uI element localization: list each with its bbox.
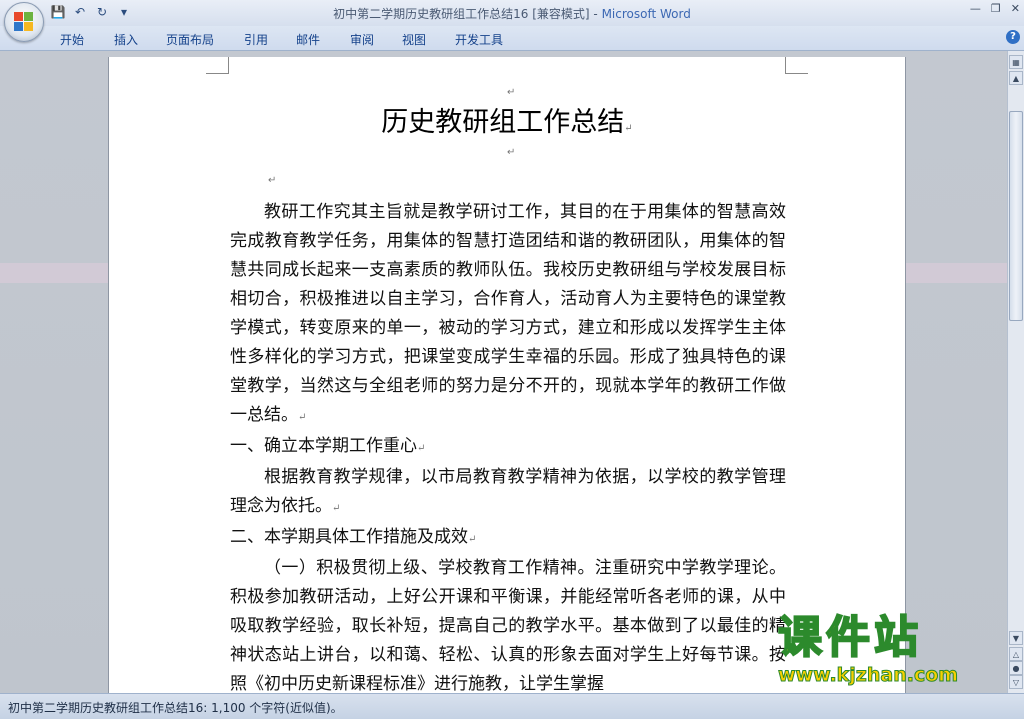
ruler-toggle-icon[interactable]: ▦ <box>1009 55 1023 69</box>
tab-view[interactable]: 视图 <box>402 31 426 48</box>
app-name: Microsoft Word <box>601 7 691 21</box>
document-title[interactable]: 历史教研组工作总结↵ <box>109 100 905 139</box>
help-icon[interactable]: ? <box>1006 30 1020 44</box>
watermark-text: 课件站 <box>777 612 922 663</box>
paragraph-mark-icon: ↵ <box>507 87 516 98</box>
paragraph-mark-icon: ↵ <box>468 534 477 545</box>
status-text: 初中第二学期历史教研组工作总结16: 1,100 个字符(近似值)。 <box>8 701 343 715</box>
paragraph-mark-icon: ↵ <box>268 175 277 186</box>
document-page[interactable]: ↵ 历史教研组工作总结↵ ↵ ↵ 教研工作究其主旨就是教学研讨工作，其目的在于用… <box>108 57 906 693</box>
window-controls: — ❐ ✕ <box>970 2 1020 15</box>
tab-review[interactable]: 审阅 <box>350 31 374 48</box>
tab-developer[interactable]: 开发工具 <box>455 31 503 48</box>
scrollbar-thumb[interactable] <box>1009 111 1023 321</box>
tab-page-layout[interactable]: 页面布局 <box>166 31 214 48</box>
body-paragraph: （一）积极贯彻上级、学校教育工作精神。注重研究中学教学理论。积极参加教研活动，上… <box>230 558 786 693</box>
ribbon-tabs: 开始 插入 页面布局 引用 邮件 审阅 视图 开发工具 ? <box>0 26 1024 51</box>
scroll-down-icon[interactable]: ▼ <box>1009 631 1023 645</box>
watermark-url: www.kjzhan.com <box>778 664 959 687</box>
browse-object-icon[interactable]: ● <box>1009 661 1023 675</box>
previous-page-icon[interactable]: △ <box>1009 647 1023 661</box>
office-logo-icon <box>14 12 34 32</box>
body-paragraph: 教研工作究其主旨就是教学研讨工作，其目的在于用集体的智慧高效完成教育教学任务，用… <box>230 202 786 425</box>
tab-references[interactable]: 引用 <box>244 31 268 48</box>
vertical-scrollbar[interactable]: ▦ ▲ ▼ △ ● ▽ <box>1007 51 1024 693</box>
document-workspace: ↵ 历史教研组工作总结↵ ↵ ↵ 教研工作究其主旨就是教学研讨工作，其目的在于用… <box>0 51 1008 693</box>
scroll-up-icon[interactable]: ▲ <box>1009 71 1023 85</box>
watermark-logo: 课件站 www.kjzhan.com <box>777 612 1008 694</box>
margin-corner-top-left <box>206 57 229 74</box>
paragraph-mark-icon: ↵ <box>624 123 633 134</box>
minimize-icon[interactable]: — <box>970 2 981 15</box>
body-paragraph: 根据教育教学规律，以市局教育教学精神为依据，以学校的教学管理理念为依托。↵ <box>230 467 786 516</box>
title-bar: 💾 ↶ ↻ ▾ 初中第二学期历史教研组工作总结16 [兼容模式] - Micro… <box>0 0 1024 42</box>
section-heading: 二、本学期具体工作措施及成效↵ <box>230 527 477 547</box>
tab-insert[interactable]: 插入 <box>114 31 138 48</box>
office-button[interactable] <box>4 2 44 42</box>
tab-home[interactable]: 开始 <box>60 31 84 48</box>
paragraph-mark-icon: ↵ <box>417 443 426 454</box>
document-name: 初中第二学期历史教研组工作总结16 [兼容模式] <box>333 7 590 21</box>
status-bar: 初中第二学期历史教研组工作总结16: 1,100 个字符(近似值)。 <box>0 693 1024 719</box>
document-body[interactable]: 教研工作究其主旨就是教学研讨工作，其目的在于用集体的智慧高效完成教育教学任务，用… <box>230 198 786 693</box>
paragraph-mark-icon: ↵ <box>298 412 307 423</box>
margin-corner-top-right <box>785 57 808 74</box>
section-heading: 一、确立本学期工作重心↵ <box>230 436 426 456</box>
close-icon[interactable]: ✕ <box>1011 2 1020 15</box>
restore-icon[interactable]: ❐ <box>991 2 1001 15</box>
next-page-icon[interactable]: ▽ <box>1009 675 1023 689</box>
tab-mailings[interactable]: 邮件 <box>296 31 320 48</box>
window-title: 初中第二学期历史教研组工作总结16 [兼容模式] - Microsoft Wor… <box>333 7 691 21</box>
paragraph-mark-icon: ↵ <box>507 147 516 158</box>
paragraph-mark-icon: ↵ <box>332 503 341 514</box>
